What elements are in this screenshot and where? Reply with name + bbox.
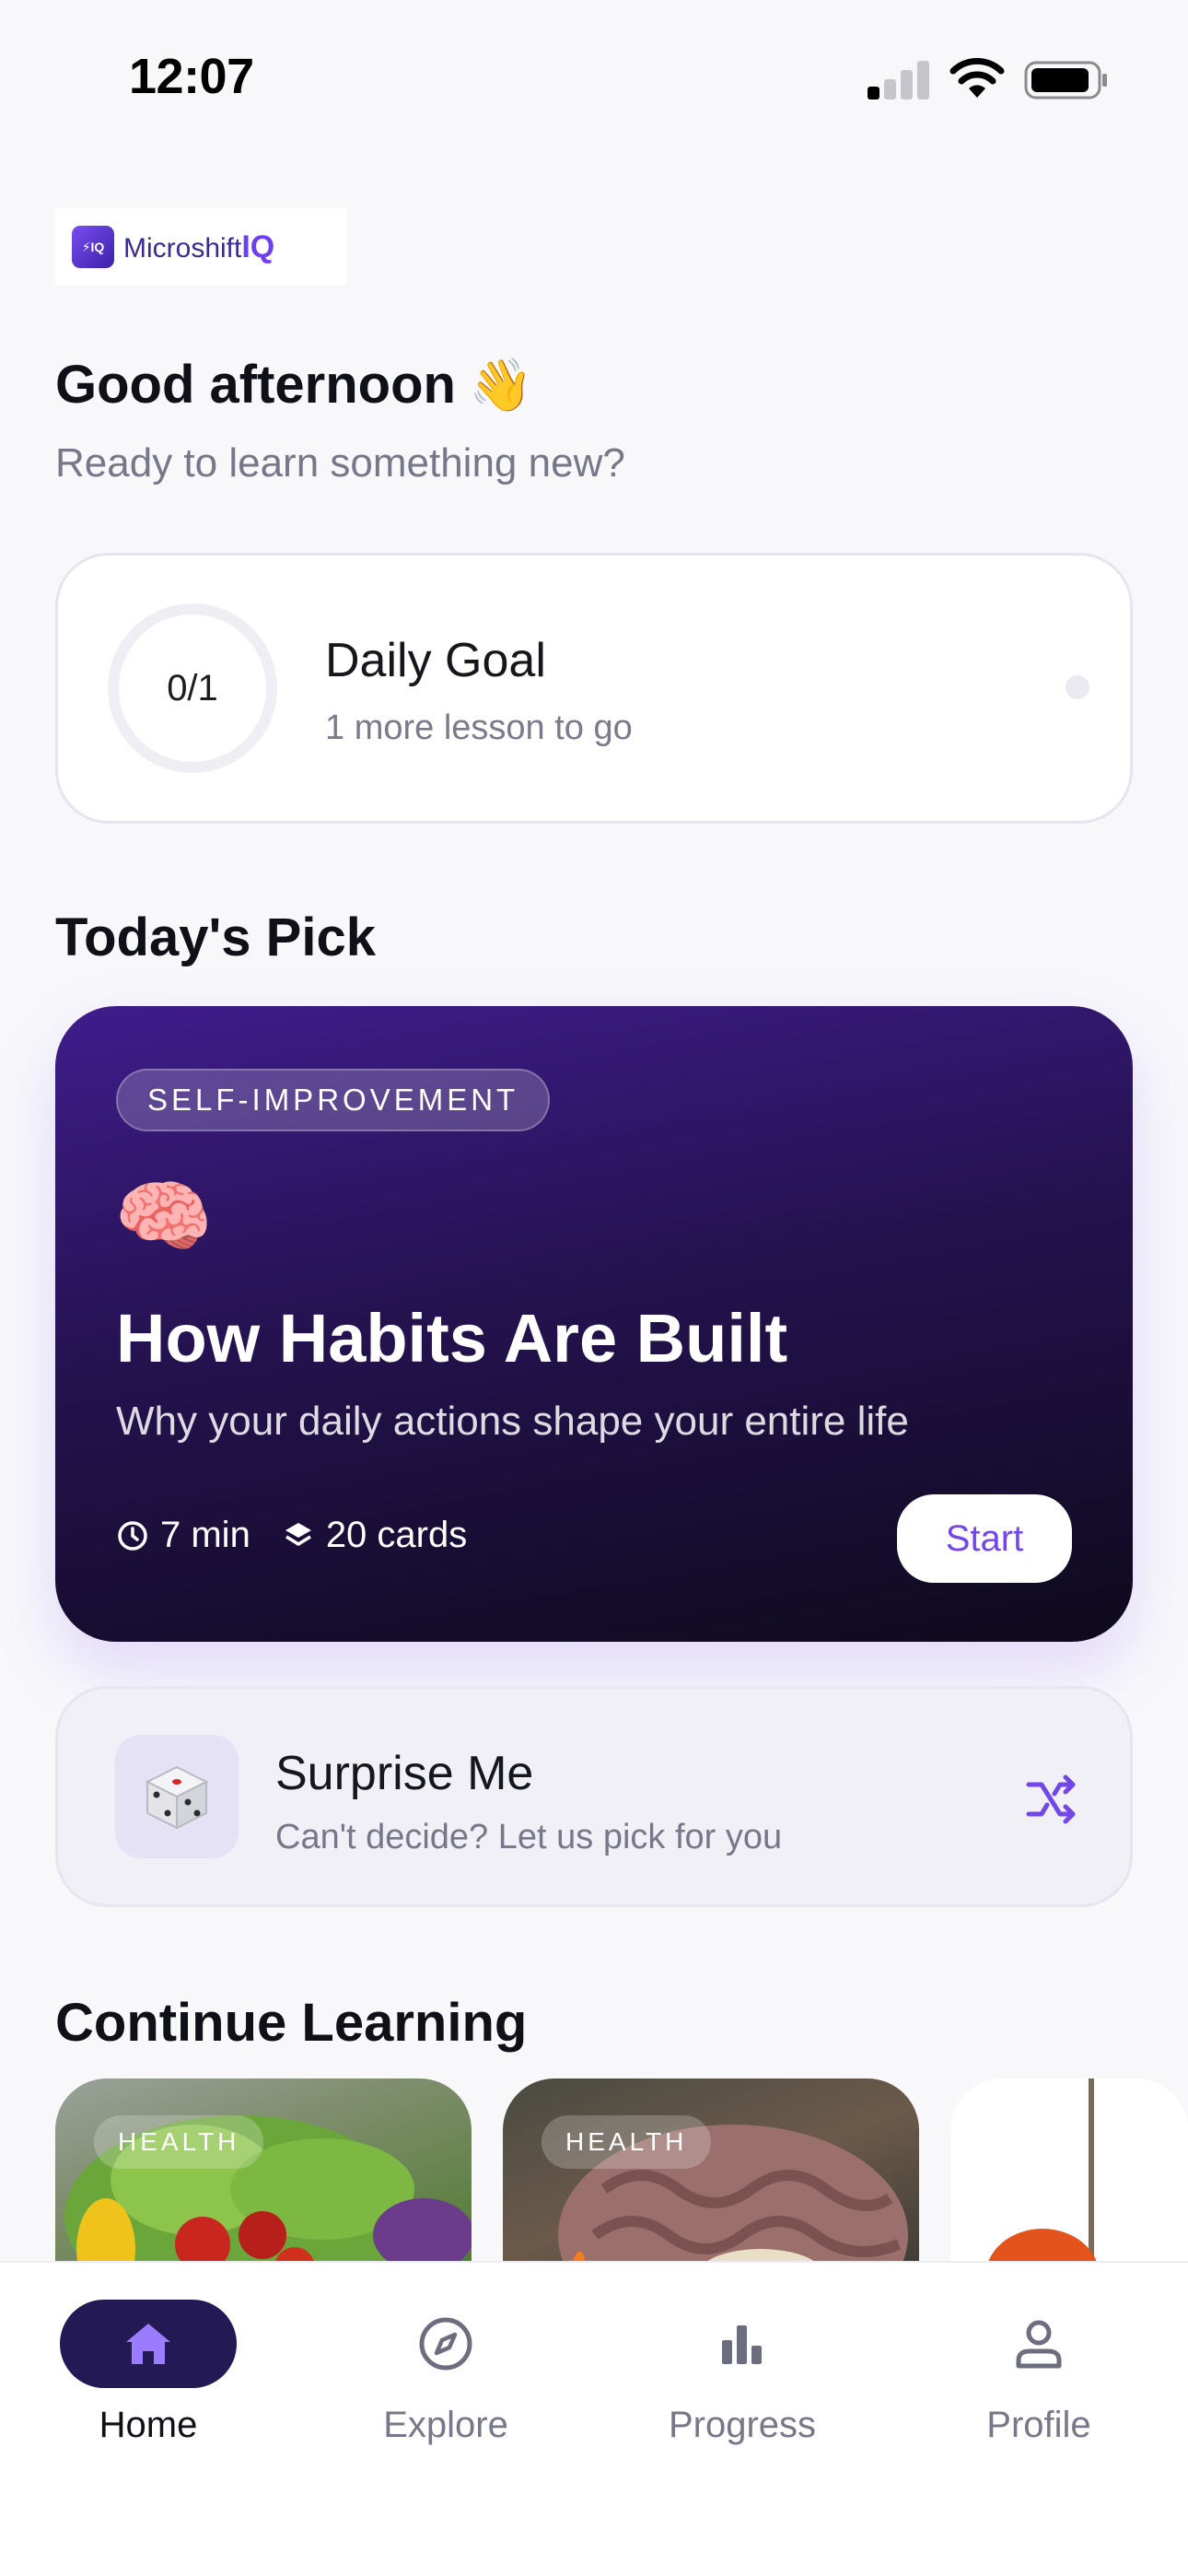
lesson-title: How Habits Are Built [116,1300,788,1376]
lesson-subtitle: Why your daily actions shape your entire… [116,1399,909,1444]
logo-text: MicroshiftIQ [123,228,275,264]
goal-subtitle: 1 more lesson to go [325,708,633,747]
todays-pick-heading: Today's Pick [55,907,376,967]
todays-pick-card[interactable]: SELF-IMPROVEMENT 🧠 How Habits Are Built … [55,1006,1133,1642]
continue-learning-heading: Continue Learning [55,1993,528,2053]
surprise-title: Surprise Me [275,1747,534,1800]
cards-info: 20 cards [282,1515,467,1556]
continue-card-partial[interactable] [950,2078,1188,2281]
greeting-text: Good afternoon [55,355,456,415]
tab-home-label: Home [99,2405,198,2445]
tab-home[interactable]: Home [38,2300,259,2456]
shuffle-icon[interactable] [1023,1772,1078,1827]
cards-count: 20 cards [325,1515,468,1555]
brain-model-image [558,2125,908,2281]
cellular-signal-icon [868,59,930,100]
tab-explore-label: Explore [383,2405,508,2445]
person-icon [950,2300,1127,2388]
bottom-tab-bar: Home Explore Progress Profile [0,2261,1188,2576]
goal-title: Daily Goal [325,634,546,687]
continue-card-brain[interactable]: HEALTH [503,2078,919,2281]
goal-progress-ring: 0/1 [108,603,277,773]
logo-mark: ⚡IQ [72,226,114,268]
tab-profile[interactable]: Profile [928,2300,1149,2456]
goal-status-dot [1066,675,1089,699]
tab-profile-label: Profile [986,2405,1091,2445]
wifi-icon [949,57,1005,98]
bar-chart-icon [654,2300,831,2388]
category-tag: SELF-IMPROVEMENT [116,1069,551,1131]
greeting-subtitle: Ready to learn something new? [55,440,625,486]
dice-icon [115,1735,239,1858]
surprise-subtitle: Can't decide? Let us pick for you [275,1818,783,1856]
app-logo: ⚡IQ MicroshiftIQ [55,208,346,286]
greeting-title: Good afternoon 👋 [55,354,533,416]
status-bar: 12:07 [0,0,1188,157]
salad-image [64,2115,472,2281]
continue-card-tag: HEALTH [542,2115,712,2169]
duration-info: 7 min [116,1515,250,1556]
tab-explore[interactable]: Explore [335,2300,556,2456]
goal-progress-text: 0/1 [167,667,218,708]
partial-card-image [985,2078,1100,2281]
continue-card-tag: HEALTH [94,2115,264,2169]
compass-icon [357,2300,534,2388]
tab-progress[interactable]: Progress [632,2300,853,2456]
tab-progress-label: Progress [668,2405,817,2445]
lesson-meta: 7 min 20 cards [116,1515,498,1556]
start-button[interactable]: Start [897,1494,1072,1583]
surprise-me-card[interactable]: Surprise Me Can't decide? Let us pick fo… [55,1686,1133,1907]
continue-card-salad[interactable]: HEALTH [55,2078,472,2281]
status-time: 12:07 [129,49,254,104]
daily-goal-card[interactable]: 0/1 Daily Goal 1 more lesson to go [55,553,1133,824]
brain-icon: 🧠 [114,1173,214,1261]
battery-icon [1024,61,1107,100]
duration-text: 7 min [160,1515,250,1555]
waving-hand-icon: 👋 [468,355,533,414]
home-screen: 12:07 ⚡IQ MicroshiftIQ Good afternoon 👋 … [0,0,1188,2576]
home-icon [60,2300,237,2388]
clock-icon [118,1520,147,1551]
layers-icon [285,1522,311,1546]
